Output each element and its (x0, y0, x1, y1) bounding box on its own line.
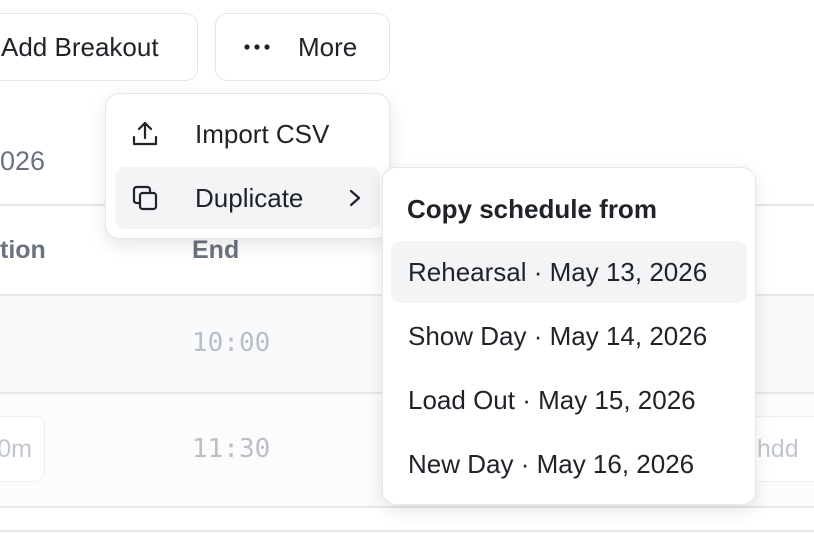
submenu-title: Copy schedule from (407, 194, 657, 224)
chevron-right-icon (349, 189, 361, 207)
duration-pill-text: 0m (0, 434, 32, 463)
row-end-time: 10:00 (192, 328, 271, 358)
upload-icon (132, 121, 158, 146)
more-dots-icon (244, 44, 270, 50)
submenu-item-label: Show Day · May 14, 2026 (408, 320, 708, 351)
submenu-item-label: New Day · May 16, 2026 (408, 448, 695, 479)
submenu-item-label: Rehearsal · May 13, 2026 (408, 256, 708, 287)
copy-schedule-submenu: Copy schedule from Rehearsal · May 13, 2… (382, 167, 756, 505)
submenu-item-show-day[interactable]: Show Day · May 14, 2026 (391, 305, 747, 367)
column-header-duration: tion (0, 236, 46, 264)
schedule-date-fragment: 026 (0, 146, 46, 176)
menu-item-label: Import CSV (195, 118, 330, 149)
more-dropdown-menu: Import CSV Duplicate (105, 93, 390, 239)
duration-pill[interactable]: 0m (0, 416, 45, 482)
submenu-item-new-day[interactable]: New Day · May 16, 2026 (391, 433, 747, 495)
submenu-item-label: Load Out · May 15, 2026 (408, 384, 696, 415)
more-button[interactable]: More (215, 13, 390, 81)
submenu-item-load-out[interactable]: Load Out · May 15, 2026 (391, 369, 747, 431)
copy-icon (132, 185, 158, 211)
add-breakout-label: Add Breakout (1, 31, 159, 62)
submenu-item-rehearsal[interactable]: Rehearsal · May 13, 2026 (391, 241, 747, 303)
menu-item-label: Duplicate (195, 182, 304, 213)
row-end-time: 11:30 (192, 434, 271, 464)
more-label: More (298, 31, 358, 62)
menu-item-import-csv[interactable]: Import CSV (115, 103, 380, 165)
table-row-divider (0, 530, 814, 532)
column-header-end: End (192, 236, 240, 264)
table-row-divider (0, 506, 814, 508)
add-breakout-button[interactable]: Add Breakout (0, 13, 198, 81)
menu-item-duplicate[interactable]: Duplicate (115, 167, 380, 229)
